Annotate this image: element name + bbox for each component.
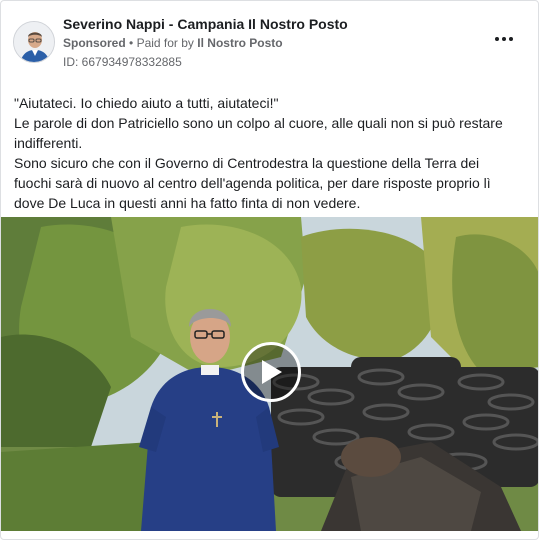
post-paragraph: "Aiutateci. Io chiedo aiuto a tutti, aiu… <box>14 95 279 111</box>
ad-meta: Sponsored • Paid for by Il Nostro Posto <box>63 36 283 50</box>
paid-for-by-name[interactable]: Il Nostro Posto <box>197 36 282 50</box>
play-icon[interactable] <box>241 342 301 402</box>
post-text: "Aiutateci. Io chiedo aiuto a tutti, aiu… <box>14 93 514 213</box>
sponsored-label: Sponsored <box>63 36 126 50</box>
post-paragraph: Le parole di don Patriciello sono un col… <box>14 115 503 151</box>
ad-id: ID: 667934978332885 <box>63 55 182 69</box>
post-header: Severino Nappi - Campania Il Nostro Post… <box>13 15 526 71</box>
ad-post-card: Severino Nappi - Campania Il Nostro Post… <box>0 0 539 540</box>
more-options-icon[interactable] <box>494 33 514 45</box>
profile-avatar[interactable] <box>13 21 55 63</box>
meta-separator: • <box>129 36 134 50</box>
paid-for-label: Paid for by <box>136 36 194 50</box>
page-name[interactable]: Severino Nappi - Campania Il Nostro Post… <box>63 16 348 32</box>
post-paragraph: Sono sicuro che con il Governo di Centro… <box>14 155 491 211</box>
